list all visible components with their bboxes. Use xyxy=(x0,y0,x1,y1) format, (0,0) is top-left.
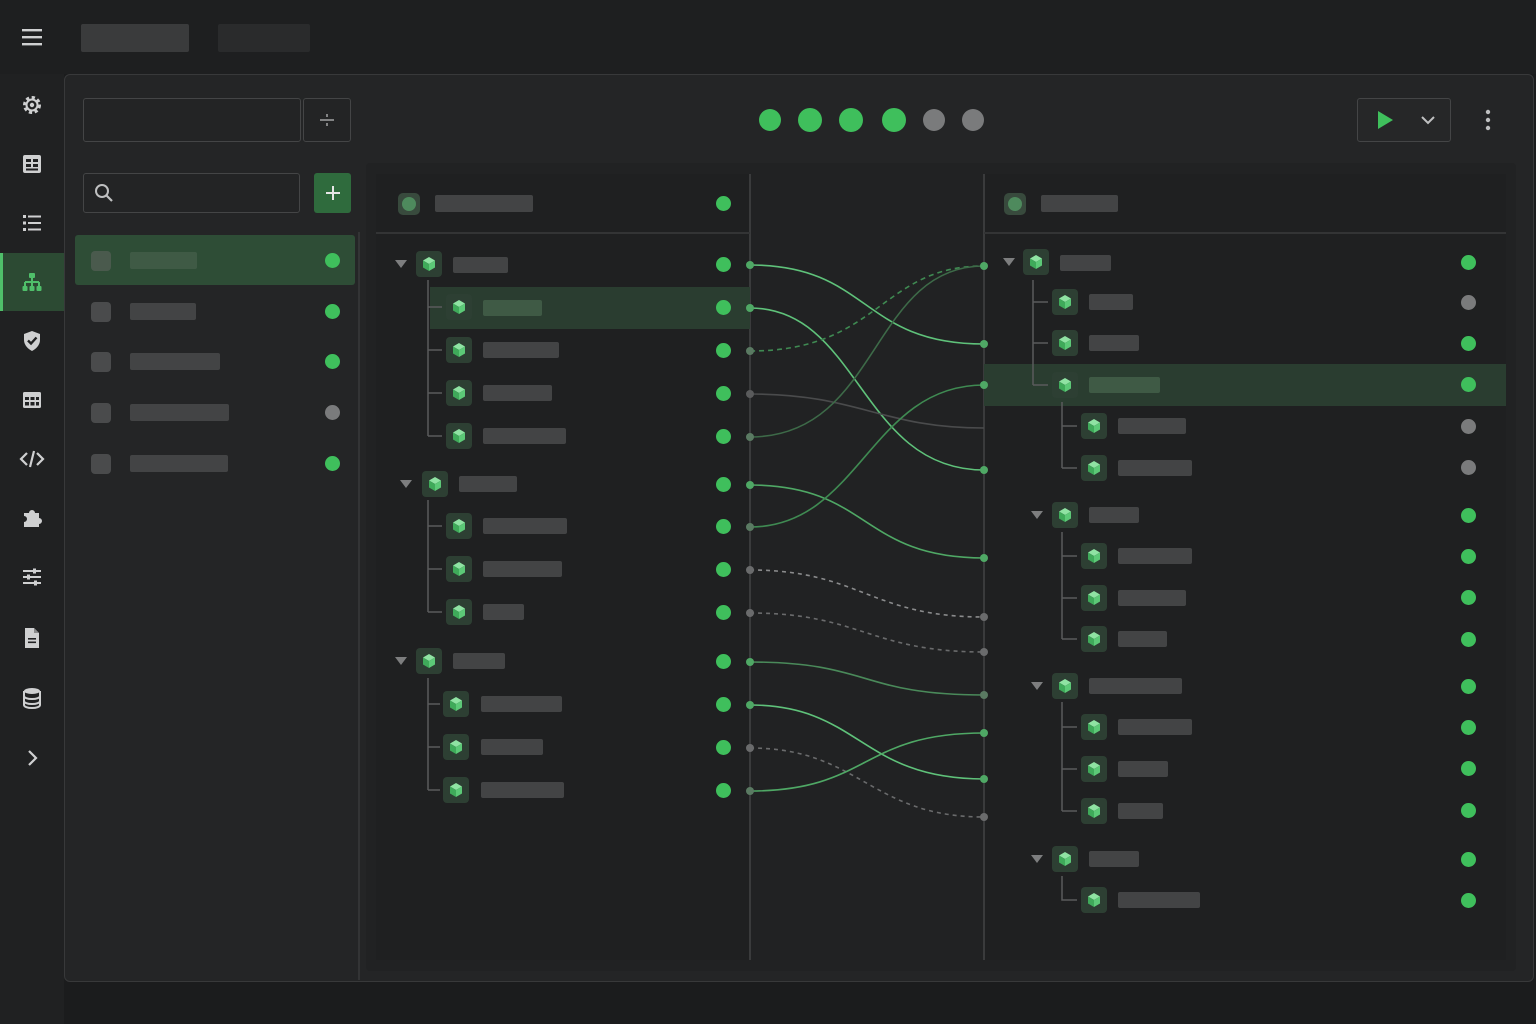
connector-port xyxy=(746,566,754,574)
connector-port xyxy=(980,813,988,821)
connector-port xyxy=(746,347,754,355)
connector-port xyxy=(980,381,988,389)
connection-line xyxy=(749,612,985,653)
connection-line xyxy=(749,661,985,696)
mapping-connections xyxy=(746,261,988,821)
connection-line xyxy=(749,393,985,429)
connector-port xyxy=(980,648,988,656)
connector-port xyxy=(980,775,988,783)
connector-port xyxy=(980,466,988,474)
connection-line xyxy=(749,384,985,528)
connector-port xyxy=(980,262,988,270)
connector-port xyxy=(980,554,988,562)
connector-port xyxy=(746,523,754,531)
connector-port xyxy=(746,433,754,441)
connection-line xyxy=(749,704,985,780)
connection-line xyxy=(749,265,985,352)
connection-line xyxy=(749,732,985,792)
connector-port xyxy=(980,613,988,621)
connection-line xyxy=(749,569,985,618)
connector-port xyxy=(980,340,988,348)
connection-line xyxy=(749,264,985,345)
connector-port xyxy=(746,701,754,709)
connection-line xyxy=(749,307,985,471)
connector-port xyxy=(746,744,754,752)
connector-port xyxy=(746,787,754,795)
connection-line xyxy=(749,747,985,818)
connector-port xyxy=(746,658,754,666)
connector-port xyxy=(980,691,988,699)
connector-port xyxy=(980,729,988,737)
connector-port xyxy=(746,481,754,489)
connector-port xyxy=(746,304,754,312)
connection-line xyxy=(749,265,985,438)
connector-port xyxy=(746,261,754,269)
connector-port xyxy=(746,390,754,398)
connector-port xyxy=(746,609,754,617)
